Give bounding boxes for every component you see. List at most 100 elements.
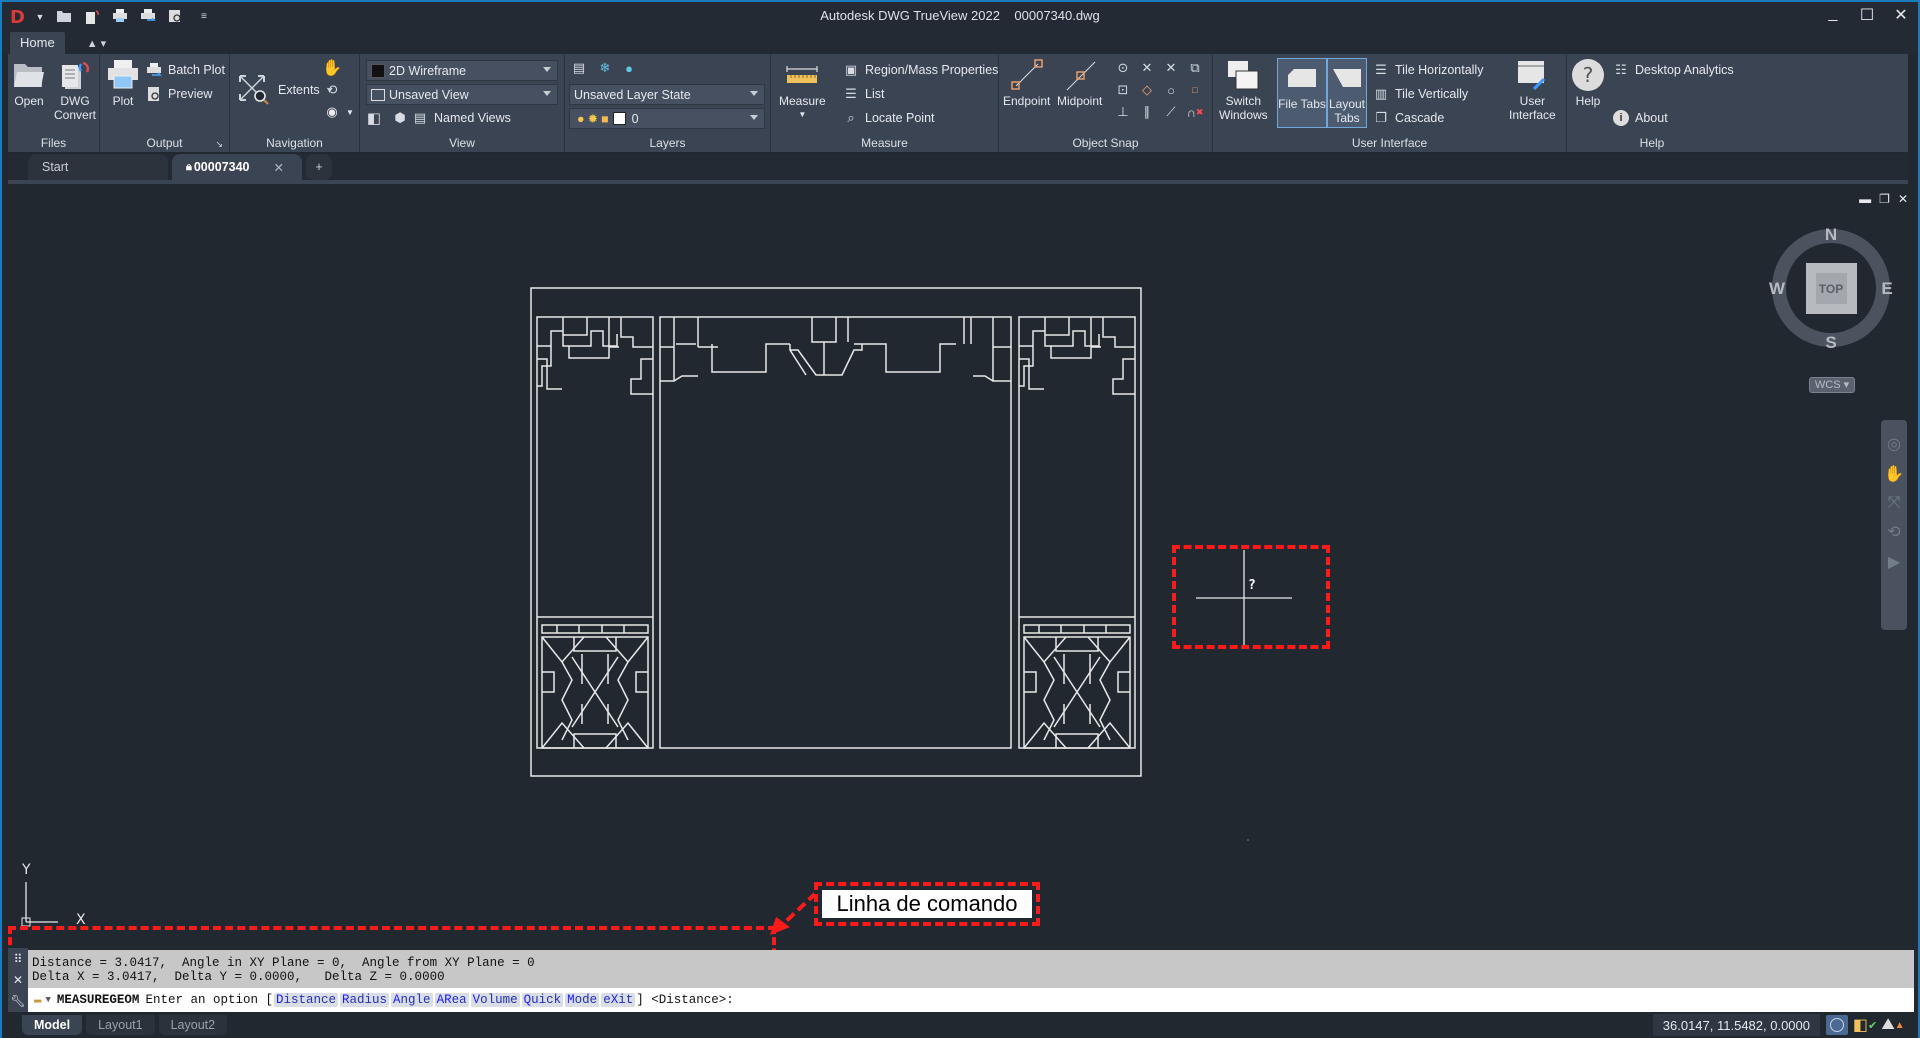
viewcube-top-label[interactable]: TOP [1819,282,1843,296]
recent-commands-dropdown-icon[interactable]: ▼ [46,995,51,1005]
app-menu-dropdown-icon[interactable]: ▼ [35,9,45,25]
steering-wheel-icon[interactable]: ◎ [1887,434,1901,454]
visual-style-dropdown[interactable]: 2D Wireframe [366,60,558,81]
plot-button[interactable]: Plot [106,58,140,108]
apparent-intersection-icon[interactable]: ✕ [1163,58,1179,78]
tab-home[interactable]: Home [10,32,65,54]
open-icon[interactable] [55,9,73,25]
pan-icon[interactable]: ✋ [1884,464,1904,484]
tile-vertically-button[interactable]: ▥ Tile Vertically [1373,84,1468,104]
measure-dropdown-icon[interactable]: ▼ [798,108,806,122]
customize-dropdown-icon[interactable]: ≡ [195,9,213,25]
nearest-snap-icon[interactable]: ⟋ [1163,102,1179,122]
command-option[interactable]: Volume [470,993,520,1007]
drawing-viewport[interactable]: ▬ ❐ ✕ ? TOP N S W E WCS ▾ ◎ ✋ ⤧ ⟲ ▶ Y X [4,184,1918,948]
orbit-icon[interactable]: ⟲ [324,80,340,100]
preview-icon[interactable] [167,9,185,25]
tangent-snap-icon[interactable]: ○ [1163,80,1179,100]
layout-tab-layout2[interactable]: Layout2 [158,1015,228,1035]
compass-north[interactable]: N [1825,225,1837,244]
batch-plot-button[interactable]: Batch Plot [146,60,225,80]
perpendicular-snap-icon[interactable]: ⊥ [1115,102,1131,122]
minimize-button[interactable]: _ [1822,5,1844,25]
list-button[interactable]: ☰ List [843,84,884,104]
hardware-acceleration-icon[interactable] [1826,1015,1848,1035]
orbit-icon[interactable]: ⟲ [1887,522,1900,542]
command-option[interactable]: Quick [521,993,564,1007]
preview-button[interactable]: Preview [146,84,212,104]
layer-on-icon[interactable]: ● [621,58,637,78]
plot-icon[interactable] [111,9,129,25]
steering-wheel-icon[interactable]: ◉ ▼ [324,102,354,122]
layout-tab-model[interactable]: Model [22,1015,83,1035]
compass-east[interactable]: E [1881,279,1892,298]
maximize-button[interactable]: ☐ [1856,5,1878,25]
node-snap-icon[interactable]: ⊡ [1115,80,1131,100]
intersection-snap-icon[interactable]: ✕ [1139,58,1155,78]
customize-wrench-icon[interactable]: 🔧︎ [10,994,25,1008]
view-cube-toggle-icon[interactable]: ◧ [366,108,382,128]
user-interface-button[interactable]: User Interface [1509,58,1556,122]
file-tab-active[interactable]: 🔒︎ 00007340 ✕ [172,154,302,180]
close-button[interactable]: ✕ [1890,5,1912,25]
about-button[interactable]: i About [1613,108,1668,128]
drag-grip-icon[interactable]: ⠿ [14,952,23,966]
parallel-snap-icon[interactable]: ∥ [1139,102,1155,122]
graphics-warning-icon[interactable]: ⛰ ▲ [1881,1015,1904,1035]
named-views-button[interactable]: ▤ Named Views [412,108,511,128]
ribbon-minimize-toggle[interactable]: ▲ ▾ [77,32,116,54]
close-tab-icon[interactable]: ✕ [273,160,283,175]
command-option[interactable]: Mode [565,993,600,1007]
layer-dropdown[interactable]: ● ✹ ■ 0 [569,108,765,129]
named-view-dropdown[interactable]: Unsaved View [366,84,558,105]
command-option[interactable]: eXit [601,993,636,1007]
app-logo[interactable]: D [10,7,25,28]
showmotion-icon[interactable]: ▶ [1888,552,1900,572]
layer-freeze-icon[interactable]: ❄ [597,58,613,78]
new-tab-button[interactable]: + [306,154,332,180]
insertion-snap-icon[interactable]: □ [1187,80,1203,100]
file-tabs-button[interactable]: File Tabs [1277,58,1327,128]
endpoint-snap-button[interactable]: Endpoint [1003,58,1050,108]
dwg-convert-icon[interactable] [83,9,101,25]
layout-tabs-button[interactable]: Layout Tabs [1327,58,1367,128]
command-input[interactable]: ▬ ▼ MEASUREGEOM Enter an option [ Distan… [28,988,1914,1012]
clear-snaps-icon[interactable]: ∩ ✖ [1187,102,1204,122]
help-button[interactable]: ? Help [1571,58,1605,108]
command-option[interactable]: Angle [391,993,433,1007]
layer-properties-icon[interactable]: ▤ [571,58,587,78]
region-mass-properties-button[interactable]: ▣ Region/Mass Properties [843,60,999,80]
desktop-analytics-button[interactable]: ☷ Desktop Analytics [1613,60,1734,80]
midpoint-snap-button[interactable]: Midpoint [1057,58,1102,108]
file-tab-start[interactable]: Start [28,154,168,180]
extents-button[interactable]: Extents ▼ [236,70,334,110]
dwg-convert-button[interactable]: DWG Convert [54,58,96,122]
layout-tab-layout1[interactable]: Layout1 [86,1015,155,1035]
cascade-button[interactable]: ❐ Cascade [1373,108,1444,128]
viewcube[interactable]: TOP N S W E [1767,224,1895,352]
tile-horizontally-button[interactable]: ☰ Tile Horizontally [1373,60,1483,80]
view-preset-icon[interactable]: ⬢ [392,108,408,128]
command-line-grip[interactable]: ⠿ ✕ 🔧︎ [8,948,28,1012]
measure-button[interactable]: Measure ▼ [779,58,826,122]
quadrant-snap-icon[interactable]: ◇ [1139,80,1155,100]
batch-plot-icon[interactable] [139,9,157,25]
command-option[interactable]: Distance [273,993,338,1007]
pan-hand-icon[interactable]: ✋ [322,58,342,78]
output-dialog-launcher[interactable]: ↘ [215,139,223,150]
command-option[interactable]: Radius [340,993,390,1007]
locate-point-button[interactable]: ⌕ Locate Point [843,108,934,128]
compass-south[interactable]: S [1825,333,1836,352]
center-snap-icon[interactable]: ⊙ [1115,58,1131,78]
compass-west[interactable]: W [1769,279,1786,298]
close-command-line-icon[interactable]: ✕ [13,973,23,987]
switch-windows-button[interactable]: Switch Windows [1219,58,1268,122]
extension-snap-icon[interactable]: ⧉ [1187,58,1203,78]
coordinates-readout[interactable]: 36.0147, 11.5482, 0.0000 [1652,1014,1820,1036]
update-check-icon[interactable]: ◧ ✔ [1853,1015,1877,1035]
zoom-extents-icon[interactable]: ⤧ [1888,494,1901,512]
open-button[interactable]: Open [12,58,46,108]
layer-state-dropdown[interactable]: Unsaved Layer State [569,84,765,105]
wcs-dropdown[interactable]: WCS ▾ [1809,377,1855,393]
command-option[interactable]: ARea [434,993,469,1007]
